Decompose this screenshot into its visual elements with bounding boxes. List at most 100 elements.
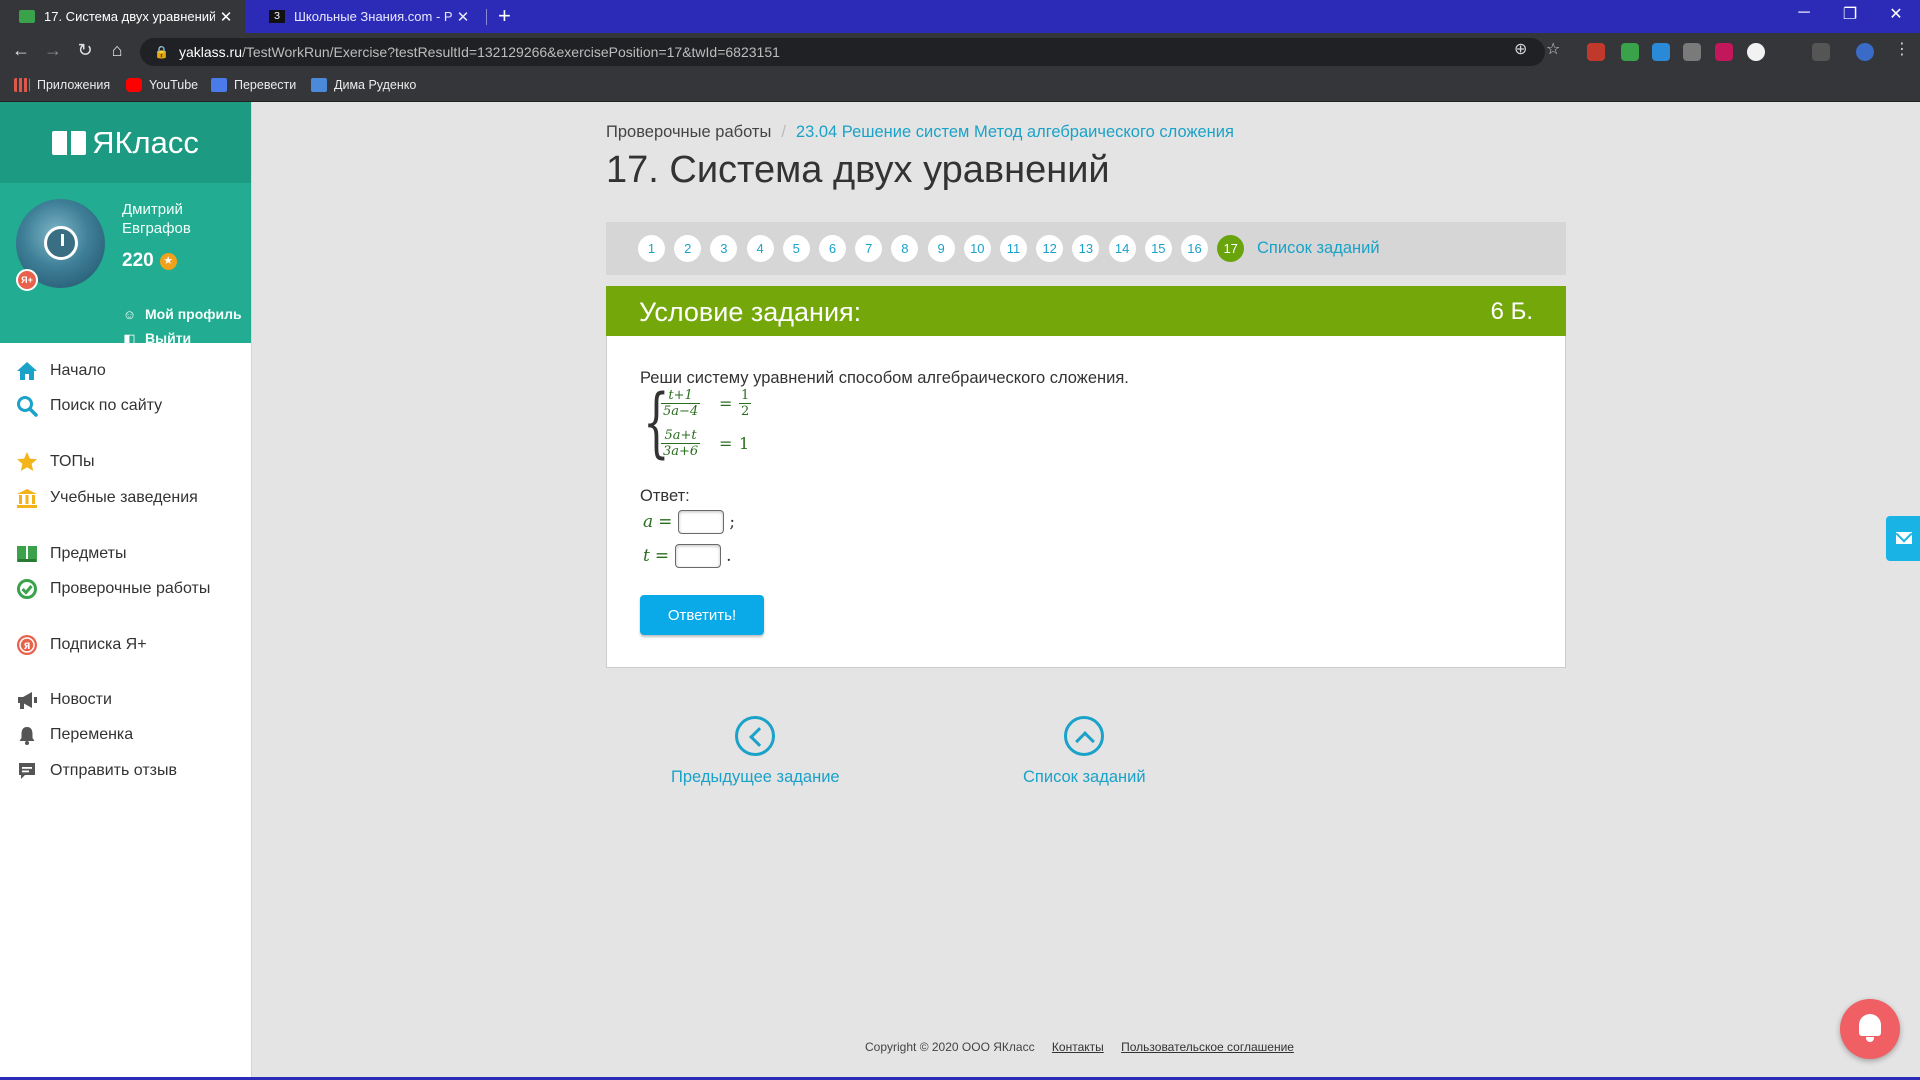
search-icon xyxy=(16,395,38,417)
browser-menu-icon[interactable]: ⋮ xyxy=(1894,39,1910,59)
install-app-icon[interactable]: ⊕ xyxy=(1514,39,1527,59)
edu-extension-icon[interactable] xyxy=(1747,43,1765,61)
vpn-extension-icon[interactable] xyxy=(1652,43,1670,61)
answer-input-a[interactable] xyxy=(678,510,725,534)
pager-item-10[interactable]: 10 xyxy=(963,235,991,262)
pager-item-7[interactable]: 7 xyxy=(855,235,883,262)
subscription-icon: Я xyxy=(16,634,38,656)
pager-item-17[interactable]: 17 xyxy=(1217,235,1245,262)
sidebar-item-search[interactable]: Поиск по сайту xyxy=(0,392,252,420)
restore-button[interactable]: ❐ xyxy=(1827,4,1873,24)
sidebar-item-news[interactable]: Новости xyxy=(0,686,252,714)
subscription-badge: Я+ xyxy=(16,269,38,291)
home-button[interactable]: ⌂ xyxy=(104,40,130,61)
contacts-link[interactable]: Контакты xyxy=(1052,1040,1104,1054)
pager-item-9[interactable]: 9 xyxy=(927,235,955,262)
security-extension-icon[interactable] xyxy=(1715,43,1733,61)
feedback-mail-button[interactable] xyxy=(1886,516,1920,561)
logout-link[interactable]: ◧ Выйти xyxy=(122,330,191,346)
bookmark-translate[interactable]: Перевести xyxy=(211,78,296,92)
equation-1-equals: = xyxy=(719,394,733,413)
submit-answer-button[interactable]: Ответить! xyxy=(640,595,764,635)
pager-item-16[interactable]: 16 xyxy=(1181,235,1208,262)
exercise-pager: 1 2 3 4 5 6 7 8 9 10 11 12 13 14 15 16 17 Список заданий xyxy=(606,222,1566,275)
browser-tab-active[interactable]: 17. Система двух уравнений ✕ xyxy=(0,0,245,33)
browser-tab[interactable]: З Школьные Знания.com - Решае ✕ xyxy=(250,0,482,33)
adblock-extension-icon[interactable] xyxy=(1587,43,1605,61)
bottom-task-list-link[interactable]: Список заданий xyxy=(1023,716,1146,787)
sidebar-item-home[interactable]: Начало xyxy=(0,357,252,385)
breadcrumb-separator: / xyxy=(781,123,786,141)
answer-row-a: a = ; xyxy=(643,510,736,534)
clock-icon xyxy=(44,226,78,260)
answer-input-t[interactable] xyxy=(675,544,722,568)
footer: Copyright © 2020 ООО ЯКласс Контакты Пол… xyxy=(865,1040,1294,1054)
shield-extension-icon[interactable] xyxy=(1621,43,1639,61)
task-header: Условие задания: 6 Б. xyxy=(606,286,1566,336)
bookmark-dima[interactable]: Дима Руденко xyxy=(311,78,416,92)
sidebar-item-tops[interactable]: ТОПы xyxy=(0,448,252,476)
bookmark-youtube[interactable]: YouTube xyxy=(126,78,198,92)
address-bar[interactable]: 🔒 yaklass.ru/TestWorkRun/Exercise?testRe… xyxy=(140,38,1545,66)
pager-item-14[interactable]: 14 xyxy=(1108,235,1136,262)
bookmark-apps[interactable]: Приложения xyxy=(14,78,110,92)
book-logo-icon xyxy=(52,130,87,155)
equation-1-lhs: t+1 5a−4 xyxy=(661,388,701,419)
pager-item-6[interactable]: 6 xyxy=(819,235,846,262)
bookmark-star-icon[interactable]: ☆ xyxy=(1546,39,1560,59)
door-icon: ◧ xyxy=(123,330,136,346)
page-title: 17. Система двух уравнений xyxy=(606,149,1110,191)
check-circle-icon xyxy=(16,578,38,600)
notifications-button[interactable] xyxy=(1840,999,1900,1059)
pager-item-8[interactable]: 8 xyxy=(891,235,919,262)
pager-item-13[interactable]: 13 xyxy=(1072,235,1100,262)
user-name: Дмитрий Евграфов xyxy=(122,201,191,237)
my-profile-link[interactable]: ☺ Мой профиль xyxy=(122,306,242,322)
previous-task-link[interactable]: Предыдущее задание xyxy=(671,716,840,787)
bookmarks-bar: Приложения YouTube Перевести Дима Руденк… xyxy=(0,71,1920,102)
back-button[interactable]: ← xyxy=(8,40,34,61)
pager-item-2[interactable]: 2 xyxy=(674,235,702,262)
lock-icon: 🔒 xyxy=(154,45,169,59)
pager-item-11[interactable]: 11 xyxy=(1000,235,1027,262)
profile-avatar-icon[interactable] xyxy=(1856,43,1874,61)
pen-extension-icon[interactable] xyxy=(1812,43,1830,61)
tab-close-icon[interactable]: ✕ xyxy=(452,8,474,26)
equation-1-rhs: 1 2 xyxy=(739,388,752,419)
forward-button[interactable]: → xyxy=(40,40,66,61)
equation-2-rhs: 1 xyxy=(739,434,750,453)
sidebar-item-break[interactable]: Переменка xyxy=(0,721,252,749)
sidebar-item-feedback[interactable]: Отправить отзыв xyxy=(0,757,252,785)
pager-item-4[interactable]: 4 xyxy=(746,235,774,262)
sidebar-item-institutions[interactable]: Учебные заведения xyxy=(0,484,252,512)
answer-var-a: a xyxy=(643,512,654,532)
privacy-extension-icon[interactable] xyxy=(1683,43,1701,61)
browser-toolbar: ← → ↻ ⌂ 🔒 yaklass.ru/TestWorkRun/Exercis… xyxy=(0,33,1920,71)
youtube-icon xyxy=(126,78,142,92)
url-path: /TestWorkRun/Exercise?testResultId=13212… xyxy=(241,44,780,60)
breadcrumb-root[interactable]: Проверочные работы xyxy=(606,123,771,141)
pager-item-3[interactable]: 3 xyxy=(710,235,738,262)
minimize-button[interactable]: ─ xyxy=(1781,4,1827,22)
equation-system: { t+1 5a−4 = 1 2 5a+t 3a+6 = 1 xyxy=(643,384,803,468)
breadcrumb-current-link[interactable]: 23.04 Решение систем Метод алгебраическо… xyxy=(796,123,1234,141)
window-close-button[interactable]: ✕ xyxy=(1873,4,1919,24)
user-agreement-link[interactable]: Пользовательское соглашение xyxy=(1121,1040,1294,1054)
megaphone-icon xyxy=(16,689,38,711)
home-icon xyxy=(16,360,38,382)
new-tab-button[interactable]: + xyxy=(498,3,511,29)
pager-item-12[interactable]: 12 xyxy=(1036,235,1064,262)
pager-item-15[interactable]: 15 xyxy=(1144,235,1172,262)
sidebar-item-tests[interactable]: Проверочные работы xyxy=(0,575,252,603)
sidebar-item-subscription[interactable]: Я Подписка Я+ xyxy=(0,631,252,659)
task-statement: Реши систему уравнений способом алгебраи… xyxy=(640,369,1129,387)
answer-var-t: t xyxy=(643,546,650,566)
task-list-link[interactable]: Список заданий xyxy=(1257,239,1380,258)
tab-close-icon[interactable]: ✕ xyxy=(215,8,237,26)
sidebar-item-subjects[interactable]: Предметы xyxy=(0,540,252,568)
arrow-left-circle-icon xyxy=(735,716,776,756)
site-logo[interactable]: ЯКласс xyxy=(0,102,251,183)
pager-item-5[interactable]: 5 xyxy=(782,235,810,262)
reload-button[interactable]: ↻ xyxy=(72,40,98,61)
pager-item-1[interactable]: 1 xyxy=(638,235,665,262)
